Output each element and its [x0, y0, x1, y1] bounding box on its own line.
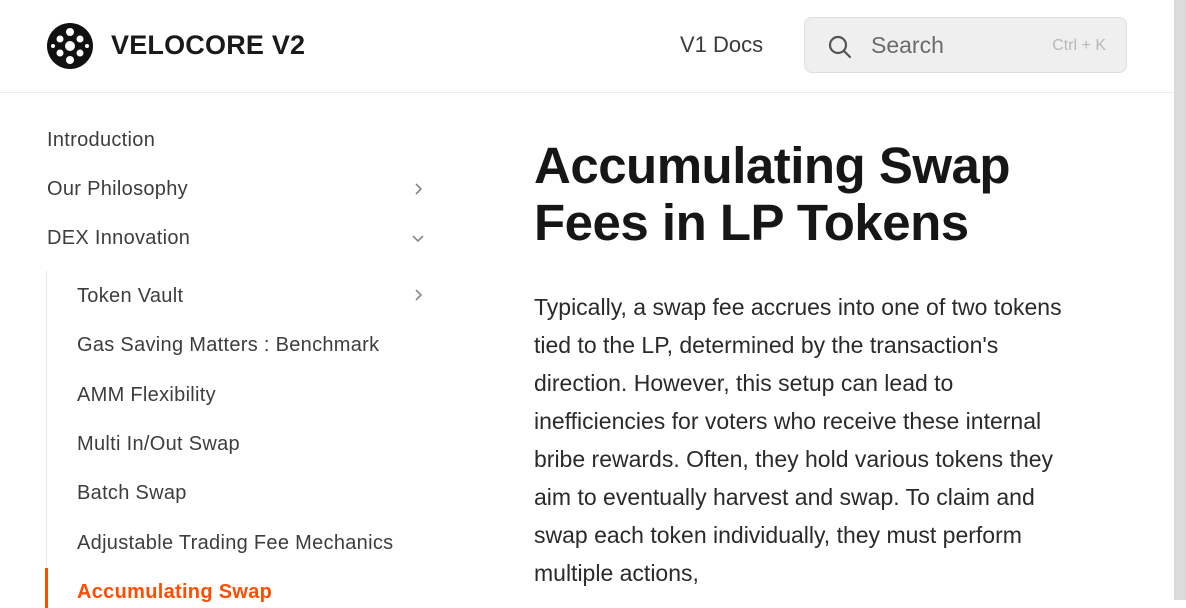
page-scrollbar[interactable] [1174, 0, 1186, 600]
scrollbar-thumb[interactable] [1176, 0, 1184, 600]
sidebar-nav: Introduction Our Philosophy DEX Innovati… [0, 93, 460, 608]
page-title: Accumulating Swap Fees in LP Tokens [534, 137, 1011, 251]
sidebar-item-gas-saving[interactable]: Gas Saving Matters : Benchmark [77, 334, 379, 357]
sidebar-item-multi-swap[interactable]: Multi In/Out Swap [77, 433, 240, 456]
sidebar-item-token-vault[interactable]: Token Vault [77, 285, 183, 308]
sidebar-item-introduction[interactable]: Introduction [47, 129, 155, 152]
search-shortcut: Ctrl + K [1052, 37, 1106, 54]
subnav-guide-line [46, 271, 47, 601]
chevron-down-icon[interactable] [412, 232, 424, 244]
sidebar-item-batch-swap[interactable]: Batch Swap [77, 482, 187, 505]
search-icon [828, 35, 852, 59]
body-paragraph: Typically, a swap fee accrues into one o… [534, 294, 1062, 586]
active-indicator [45, 568, 48, 608]
brand-title[interactable]: VELOCORE V2 [111, 30, 305, 61]
main-content: Accumulating Swap Fees in LP Tokens Typi… [534, 93, 1094, 600]
search-placeholder: Search [871, 32, 944, 58]
chevron-right-icon[interactable] [412, 289, 424, 301]
sidebar-item-adjustable-fee[interactable]: Adjustable Trading Fee Mechanics [77, 532, 393, 555]
velocore-logo-icon[interactable] [46, 22, 94, 70]
search-box[interactable]: Search Ctrl + K [804, 17, 1127, 73]
top-header: VELOCORE V2 V1 Docs Search Ctrl + K [0, 0, 1174, 93]
sidebar-item-dex-innovation[interactable]: DEX Innovation [47, 227, 190, 250]
sidebar-item-our-philosophy[interactable]: Our Philosophy [47, 178, 188, 201]
v1-docs-link[interactable]: V1 Docs [680, 32, 763, 58]
chevron-right-icon[interactable] [412, 183, 424, 195]
sidebar-item-amm-flexibility[interactable]: AMM Flexibility [77, 384, 216, 407]
sidebar-item-accumulating-swap[interactable]: Accumulating Swap [77, 581, 272, 604]
